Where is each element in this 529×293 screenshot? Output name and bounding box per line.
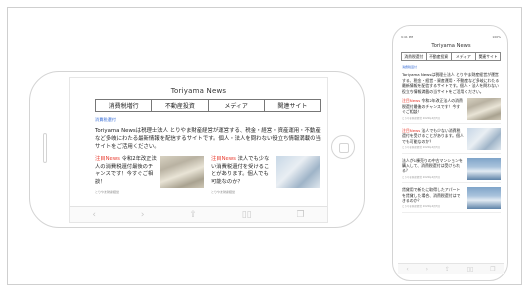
nav-item-tax[interactable]: 消費税還付 — [402, 53, 427, 60]
nav-item-tax[interactable]: 消費税増行 — [96, 100, 153, 111]
list-item[interactable]: 法人が1棟売りの中古マンションを購入して、消費税還付は受けられる？ とりやま財産… — [402, 157, 501, 184]
back-icon[interactable]: ‹ — [92, 210, 96, 220]
article-meta: とりやま財産経営 2020年4月7日 — [402, 146, 440, 150]
site-title[interactable]: Toriyama News — [398, 43, 504, 49]
browser-toolbar: ‹ › ⇪ ▯▯ ❐ — [398, 263, 504, 274]
nav-item-realestate[interactable]: 不動産投資 — [427, 53, 452, 60]
article-text: 注目News 法人でも少ない消費税還付を受けることがあります。個人でも可能なのか… — [211, 156, 273, 197]
article-text: 注目News 法人でも少ない消費税還付を受けることがあります。個人でも可能なのか… — [402, 128, 464, 151]
status-time: 9:41 PM — [401, 34, 414, 39]
tabs-icon[interactable]: ❐ — [490, 266, 495, 273]
article-headline: 賃貸用で新たに取得したアパートを賃貸した場合、消費税還付はできるのか？ — [402, 187, 461, 204]
landscape-screen: Toriyama News 消費税増行 不動産投資 メディア 関連サイト 消費税… — [69, 77, 328, 223]
canvas-frame: Toriyama News 消費税増行 不動産投資 メディア 関連サイト 消費税… — [7, 7, 522, 285]
portrait-phone: 9:41 PM 100% Toriyama News 消費税還付 不動産投資 メ… — [392, 25, 508, 281]
forward-icon[interactable]: › — [426, 266, 428, 273]
article-headline: 法人が1棟売りの中古マンションを購入して、消費税還付は受けられる？ — [402, 157, 463, 174]
article-meta: とりやま財産経営 2020年4月7日 — [402, 116, 440, 120]
article-cards: 注目News 令和2年改正法人の消費税還付最後のチャンスです！今すぐご相談！ と… — [95, 156, 321, 197]
home-button[interactable] — [331, 135, 355, 159]
article-thumbnail — [160, 156, 204, 188]
bookmarks-icon[interactable]: ▯▯ — [242, 210, 252, 220]
article-tag: 注目News — [402, 98, 421, 104]
article-text: 法人が1棟売りの中古マンションを購入して、消費税還付は受けられる？ とりやま財産… — [402, 158, 464, 181]
share-icon[interactable]: ⇪ — [445, 266, 450, 273]
article-thumbnail — [467, 98, 501, 121]
article-list: 注目News 令和2年改正法人の消費税還付最後のチャンスです！今すぐご相談！ と… — [402, 98, 501, 213]
article-meta: とりやま財産経営 — [95, 190, 120, 194]
nav-bar: 消費税増行 不動産投資 メディア 関連サイト — [95, 99, 321, 112]
back-icon[interactable]: ‹ — [406, 266, 408, 273]
nav-item-media[interactable]: メディア — [452, 53, 477, 60]
bookmarks-icon[interactable]: ▯▯ — [467, 266, 474, 273]
landscape-phone: Toriyama News 消費税増行 不動産投資 メディア 関連サイト 消費税… — [29, 71, 365, 228]
list-item[interactable]: 注目News 法人でも少ない消費税還付を受けることがあります。個人でも可能なのか… — [402, 128, 501, 154]
article-tag: 注目News — [95, 156, 120, 162]
article-text: 注目News 令和2年改正法人の消費税還付最後のチャンスです！今すぐご相談！ と… — [402, 98, 464, 121]
list-item[interactable]: 賃貸用で新たに取得したアパートを賃貸した場合、消費税還付はできるのか？ とりやま… — [402, 187, 501, 213]
site-title[interactable]: Toriyama News — [70, 87, 327, 95]
share-icon[interactable]: ⇪ — [189, 210, 197, 220]
article-thumbnail — [467, 128, 501, 150]
tabs-icon[interactable]: ❐ — [296, 210, 304, 220]
category-label[interactable]: 消費税還付 — [402, 65, 501, 69]
browser-toolbar: ‹ › ⇪ ▯▯ ❐ — [70, 206, 327, 222]
article-text: 注目News 令和2年改正法人の消費税還付最後のチャンスです！今すぐご相談！ と… — [95, 156, 157, 197]
nav-item-related[interactable]: 関連サイト — [265, 100, 320, 111]
category-label[interactable]: 消費税還付 — [95, 117, 327, 123]
intro-text: Toriyama Newsは税理士法人 とりやま財産経営が運営する、税金・経営・… — [402, 72, 500, 94]
list-item[interactable]: 注目News 令和2年改正法人の消費税還付最後のチャンスです！今すぐご相談！ と… — [402, 98, 501, 124]
nav-item-realestate[interactable]: 不動産投資 — [152, 100, 209, 111]
article-tag: 注目News — [402, 128, 421, 133]
nav-item-media[interactable]: メディア — [209, 100, 265, 111]
article-meta: とりやま財産経営 2020年4月7日 — [402, 175, 440, 179]
portrait-screen: 9:41 PM 100% Toriyama News 消費税還付 不動産投資 メ… — [398, 34, 504, 274]
article-card[interactable]: 注目News 令和2年改正法人の消費税還付最後のチャンスです！今すぐご相談！ と… — [95, 156, 205, 197]
article-meta: とりやま財産経営 2020年4月7日 — [402, 205, 440, 209]
phone-speaker — [43, 133, 47, 163]
article-text: 賃貸用で新たに取得したアパートを賃貸した場合、消費税還付はできるのか？ とりやま… — [402, 187, 464, 210]
intro-text: Toriyama Newsは税理士法人 とりやま財産経営が運営する、税金・経営・… — [95, 128, 321, 150]
article-thumbnail — [276, 156, 320, 188]
article-tag: 注目News — [211, 156, 236, 162]
article-card[interactable]: 注目News 法人でも少ない消費税還付を受けることがあります。個人でも可能なのか… — [211, 156, 321, 197]
article-thumbnail — [467, 157, 501, 180]
forward-icon[interactable]: › — [141, 210, 145, 220]
article-meta: とりやま財産経営 — [211, 190, 236, 194]
status-bar: 9:41 PM 100% — [398, 34, 504, 39]
status-battery: 100% — [492, 34, 501, 39]
nav-item-related[interactable]: 関連サイト — [476, 53, 500, 60]
article-thumbnail — [467, 187, 501, 210]
nav-bar: 消費税還付 不動産投資 メディア 関連サイト — [401, 52, 501, 61]
